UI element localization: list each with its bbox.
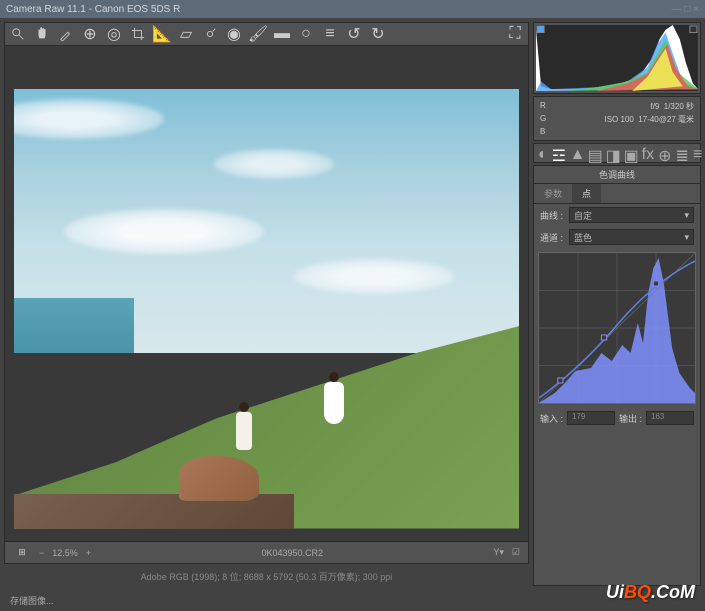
- zoom-value[interactable]: 12.5%: [52, 548, 78, 558]
- checkmark-icon[interactable]: ☑: [512, 547, 520, 558]
- detail-tab-icon[interactable]: ▲: [570, 146, 584, 160]
- input-label: 输入 :: [540, 412, 563, 425]
- brush-icon[interactable]: 🖌: [249, 25, 267, 43]
- curve-tabs: 参数 点: [534, 184, 700, 204]
- image-canvas[interactable]: [4, 46, 529, 542]
- crop-icon[interactable]: [129, 25, 147, 43]
- radial-filter-icon[interactable]: ○: [297, 25, 315, 43]
- title-bar: Camera Raw 11.1 - Canon EOS 5DS R — □ ×: [0, 0, 705, 18]
- split-tone-tab-icon[interactable]: ◨: [606, 146, 620, 160]
- target-adjust-icon[interactable]: ◎: [105, 25, 123, 43]
- watermark: UiBQ.CoM: [606, 582, 695, 603]
- fx-tab-icon[interactable]: fx: [642, 146, 654, 160]
- zoom-out-button[interactable]: −: [39, 548, 44, 558]
- save-image-button[interactable]: 存储图像...: [10, 594, 54, 607]
- panel-title: 色调曲线: [534, 166, 700, 184]
- bottom-bar: 存储图像...: [0, 590, 705, 610]
- right-pane: R f/9 1/320 秒 G ISO 100 17-40@27 毫米 B ◐ …: [533, 22, 701, 586]
- eyedropper-icon[interactable]: [57, 25, 75, 43]
- presets-tab-icon[interactable]: ≣: [676, 146, 689, 160]
- chevron-down-icon: ▾: [684, 232, 689, 243]
- window-controls[interactable]: — □ ×: [672, 4, 699, 15]
- straighten-icon[interactable]: 📐: [153, 25, 171, 43]
- chevron-down-icon: ▾: [684, 210, 689, 221]
- toolbar: ⊕ ◎ 📐 ▱ ◉ 🖌 ▬ ○ ≡ ↺ ↻ ⛶: [4, 22, 529, 46]
- zoom-bar: ⊞ − 12.5% + 0K043950.CR2 Y▾ ☑: [4, 542, 529, 564]
- file-info-text: Adobe RGB (1998); 8 位; 8688 x 5792 (50.3…: [141, 570, 393, 583]
- grad-filter-icon[interactable]: ▬: [273, 25, 291, 43]
- hand-tool-icon[interactable]: [33, 25, 51, 43]
- curve-tab-icon[interactable]: ☲: [552, 146, 566, 160]
- compare-icon[interactable]: Y▾: [493, 547, 504, 558]
- output-field[interactable]: 163: [646, 411, 694, 425]
- curve-select-label: 曲线 :: [540, 209, 563, 222]
- app-title: Camera Raw 11.1 - Canon EOS 5DS R: [6, 4, 180, 15]
- photo-preview: [14, 89, 519, 529]
- meta-b-label: B: [540, 127, 570, 136]
- output-label: 输出 :: [619, 412, 642, 425]
- hsl-tab-icon[interactable]: ▤: [588, 146, 602, 160]
- zoom-in-button[interactable]: +: [86, 548, 91, 558]
- channel-select-label: 通道 :: [540, 231, 563, 244]
- redeye-icon[interactable]: ◉: [225, 25, 243, 43]
- main-area: ⊕ ◎ 📐 ▱ ◉ 🖌 ▬ ○ ≡ ↺ ↻ ⛶: [0, 18, 705, 590]
- curve-select[interactable]: 自定▾: [569, 207, 694, 223]
- calibration-tab-icon[interactable]: ⊕: [658, 146, 671, 160]
- histogram-panel[interactable]: [533, 22, 701, 94]
- curve-editor[interactable]: [534, 248, 700, 408]
- panel-tabs: ◐ ☲ ▲ ▤ ◨ ▣ fx ⊕ ≣ ≡: [533, 143, 701, 163]
- tab-parametric[interactable]: 参数: [534, 184, 572, 203]
- tone-curve-panel: 色调曲线 参数 点 曲线 : 自定▾ 通道 : 蓝色▾: [533, 165, 701, 586]
- rotate-ccw-icon[interactable]: ↺: [345, 25, 363, 43]
- meta-r-label: R: [540, 101, 570, 112]
- basic-tab-icon[interactable]: ◐: [538, 146, 548, 160]
- filmstrip-icon[interactable]: ⊞: [13, 544, 31, 562]
- input-field[interactable]: 179: [567, 411, 615, 425]
- left-pane: ⊕ ◎ 📐 ▱ ◉ 🖌 ▬ ○ ≡ ↺ ↻ ⛶: [4, 22, 529, 586]
- panel-menu-icon[interactable]: ≡: [693, 146, 702, 160]
- transform-icon[interactable]: ▱: [177, 25, 195, 43]
- prefs-icon[interactable]: ≡: [321, 25, 339, 43]
- tab-point[interactable]: 点: [572, 184, 601, 203]
- metadata-panel: R f/9 1/320 秒 G ISO 100 17-40@27 毫米 B: [533, 96, 701, 141]
- file-info[interactable]: Adobe RGB (1998); 8 位; 8688 x 5792 (50.3…: [4, 566, 529, 586]
- color-sampler-icon[interactable]: ⊕: [81, 25, 99, 43]
- rotate-cw-icon[interactable]: ↻: [369, 25, 387, 43]
- fullscreen-icon[interactable]: ⛶: [506, 25, 524, 43]
- zoom-tool-icon[interactable]: [9, 25, 27, 43]
- spot-removal-icon[interactable]: [201, 25, 219, 43]
- meta-g-label: G: [540, 114, 570, 125]
- filename-label: 0K043950.CR2: [261, 548, 323, 558]
- channel-select[interactable]: 蓝色▾: [569, 229, 694, 245]
- lens-tab-icon[interactable]: ▣: [624, 146, 638, 160]
